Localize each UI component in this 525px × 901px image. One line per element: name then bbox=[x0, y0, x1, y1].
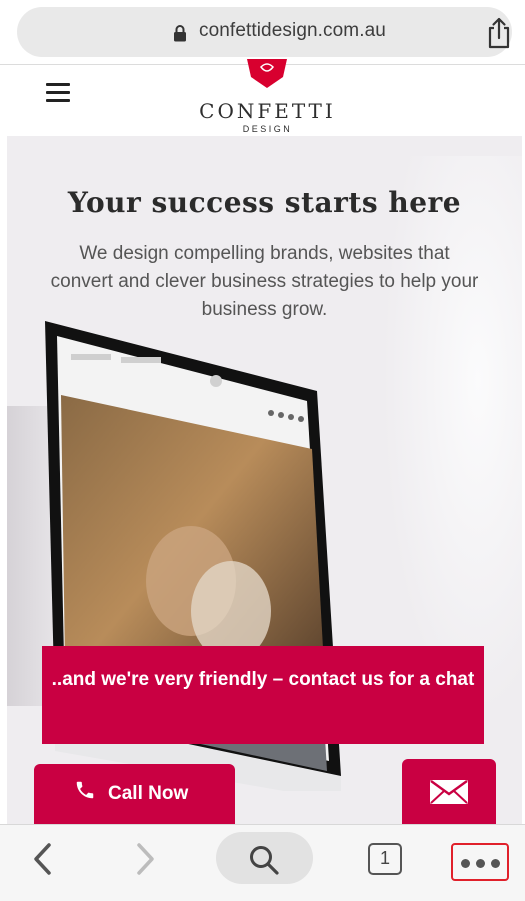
contact-cta-banner[interactable]: ..and we're very friendly – contact us f… bbox=[42, 646, 484, 744]
search-icon bbox=[250, 846, 279, 875]
more-dot bbox=[476, 859, 485, 868]
hero-section: Your success starts here We design compe… bbox=[7, 136, 522, 824]
search-button[interactable] bbox=[216, 832, 313, 884]
site-header: CONFETTI DESIGN bbox=[0, 59, 525, 136]
hero-title: Your success starts here bbox=[67, 186, 462, 219]
envelope-icon bbox=[430, 780, 468, 804]
url-text: confettidesign.com.au bbox=[199, 20, 386, 41]
confetti-logo-mark[interactable] bbox=[243, 59, 291, 89]
forward-arrow-icon[interactable] bbox=[132, 841, 158, 877]
more-dot bbox=[461, 859, 470, 868]
email-button[interactable] bbox=[402, 759, 496, 825]
tabs-button[interactable]: 1 bbox=[368, 843, 402, 875]
back-arrow-icon[interactable] bbox=[30, 841, 56, 877]
url-bar[interactable]: confettidesign.com.au bbox=[17, 7, 512, 57]
call-now-button[interactable]: Call Now bbox=[34, 764, 235, 826]
lock-icon bbox=[174, 25, 186, 42]
logo-wordmark[interactable]: CONFETTI bbox=[0, 99, 525, 123]
more-dot bbox=[491, 859, 500, 868]
browser-toolbar: 1 bbox=[0, 824, 525, 901]
browser-address-area: confettidesign.com.au bbox=[0, 0, 525, 64]
logo-subtext: DESIGN bbox=[242, 124, 293, 134]
more-options-button[interactable] bbox=[451, 843, 509, 881]
hero-subtitle: We design compelling brands, websites th… bbox=[50, 243, 479, 320]
share-icon[interactable] bbox=[485, 17, 513, 49]
phone-icon bbox=[76, 781, 94, 799]
call-now-label: Call Now bbox=[108, 783, 189, 804]
